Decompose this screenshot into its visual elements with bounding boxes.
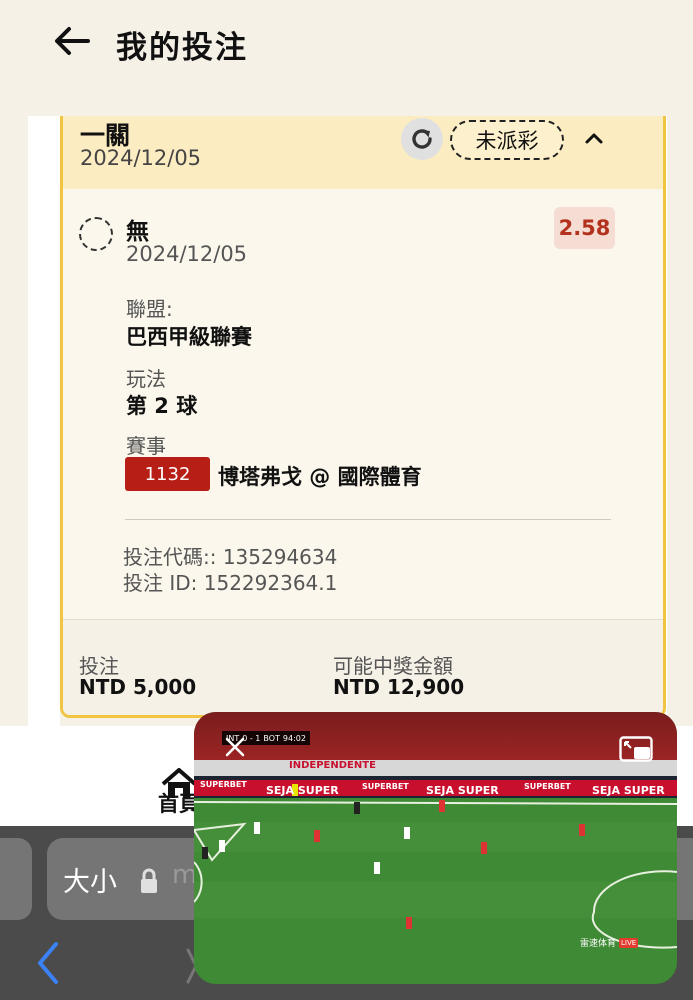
match-clock: 94:02 [282, 733, 306, 743]
lock-icon [141, 868, 157, 893]
divider [125, 519, 611, 520]
bet-summary: 投注 NTD 5,000 可能中獎金額 NTD 12,900 [63, 619, 663, 715]
ad-board: SEJA SUPER [426, 784, 499, 797]
event-id-badge: 1132 [125, 457, 210, 491]
market-label: 玩法 [126, 367, 166, 391]
chevron-up-icon[interactable] [583, 127, 605, 149]
pip-video-player[interactable]: SUPERBET SEJA SUPER SUPERBET SEJA SUPER … [194, 712, 677, 984]
refresh-icon [412, 129, 432, 149]
selection-name: 無 [126, 219, 149, 245]
ad-board: SUPERBET [524, 782, 571, 791]
close-icon[interactable] [224, 736, 246, 758]
watermark-text: 雷速体育 [580, 939, 617, 949]
league-value: 巴西甲級聯賽 [126, 325, 252, 349]
broadcaster-watermark: 雷速体育 LIVE [580, 936, 639, 949]
bet-card: 一關 2024/12/05 未派彩 無 2024/12/05 2.58 聯盟: … [60, 96, 666, 718]
selection-radio[interactable] [79, 217, 113, 251]
market-value: 第 2 球 [126, 394, 198, 418]
page-title: 我的投注 [116, 30, 248, 66]
bet-id: 投注 ID: 152292364.1 [123, 571, 338, 595]
stadium-banner: INDEPENDENTE [289, 760, 376, 771]
bet-code: 投注代碼:: 135294634 [123, 545, 338, 569]
app-header: 我的投注 [0, 0, 693, 116]
selection-date: 2024/12/05 [126, 242, 248, 266]
font-size-button[interactable]: 大小 [63, 860, 117, 899]
event-label: 賽事 [126, 434, 166, 458]
odds-badge: 2.58 [554, 207, 615, 249]
ad-board: SUPERBET [362, 782, 409, 791]
expand-pip-icon[interactable] [619, 736, 653, 762]
payout-value: NTD 12,900 [333, 675, 465, 699]
refresh-button[interactable] [401, 118, 443, 160]
ad-board: SUPERBET [200, 780, 247, 789]
status-badge: 未派彩 [450, 120, 564, 160]
away-team: BOT [263, 733, 280, 743]
live-badge: LIVE [619, 937, 639, 948]
ad-board: SEJA SUPER [266, 784, 339, 797]
event-name: 博塔弗戈 @ 國際體育 [218, 465, 422, 489]
left-gutter [28, 116, 60, 730]
browser-back-icon[interactable] [34, 940, 62, 986]
ad-board: SEJA SUPER [592, 784, 665, 797]
previous-tab[interactable] [0, 838, 32, 920]
back-arrow-icon[interactable] [52, 24, 92, 58]
bet-date: 2024/12/05 [80, 146, 202, 170]
league-label: 聯盟: [126, 297, 173, 321]
stake-value: NTD 5,000 [79, 675, 197, 699]
